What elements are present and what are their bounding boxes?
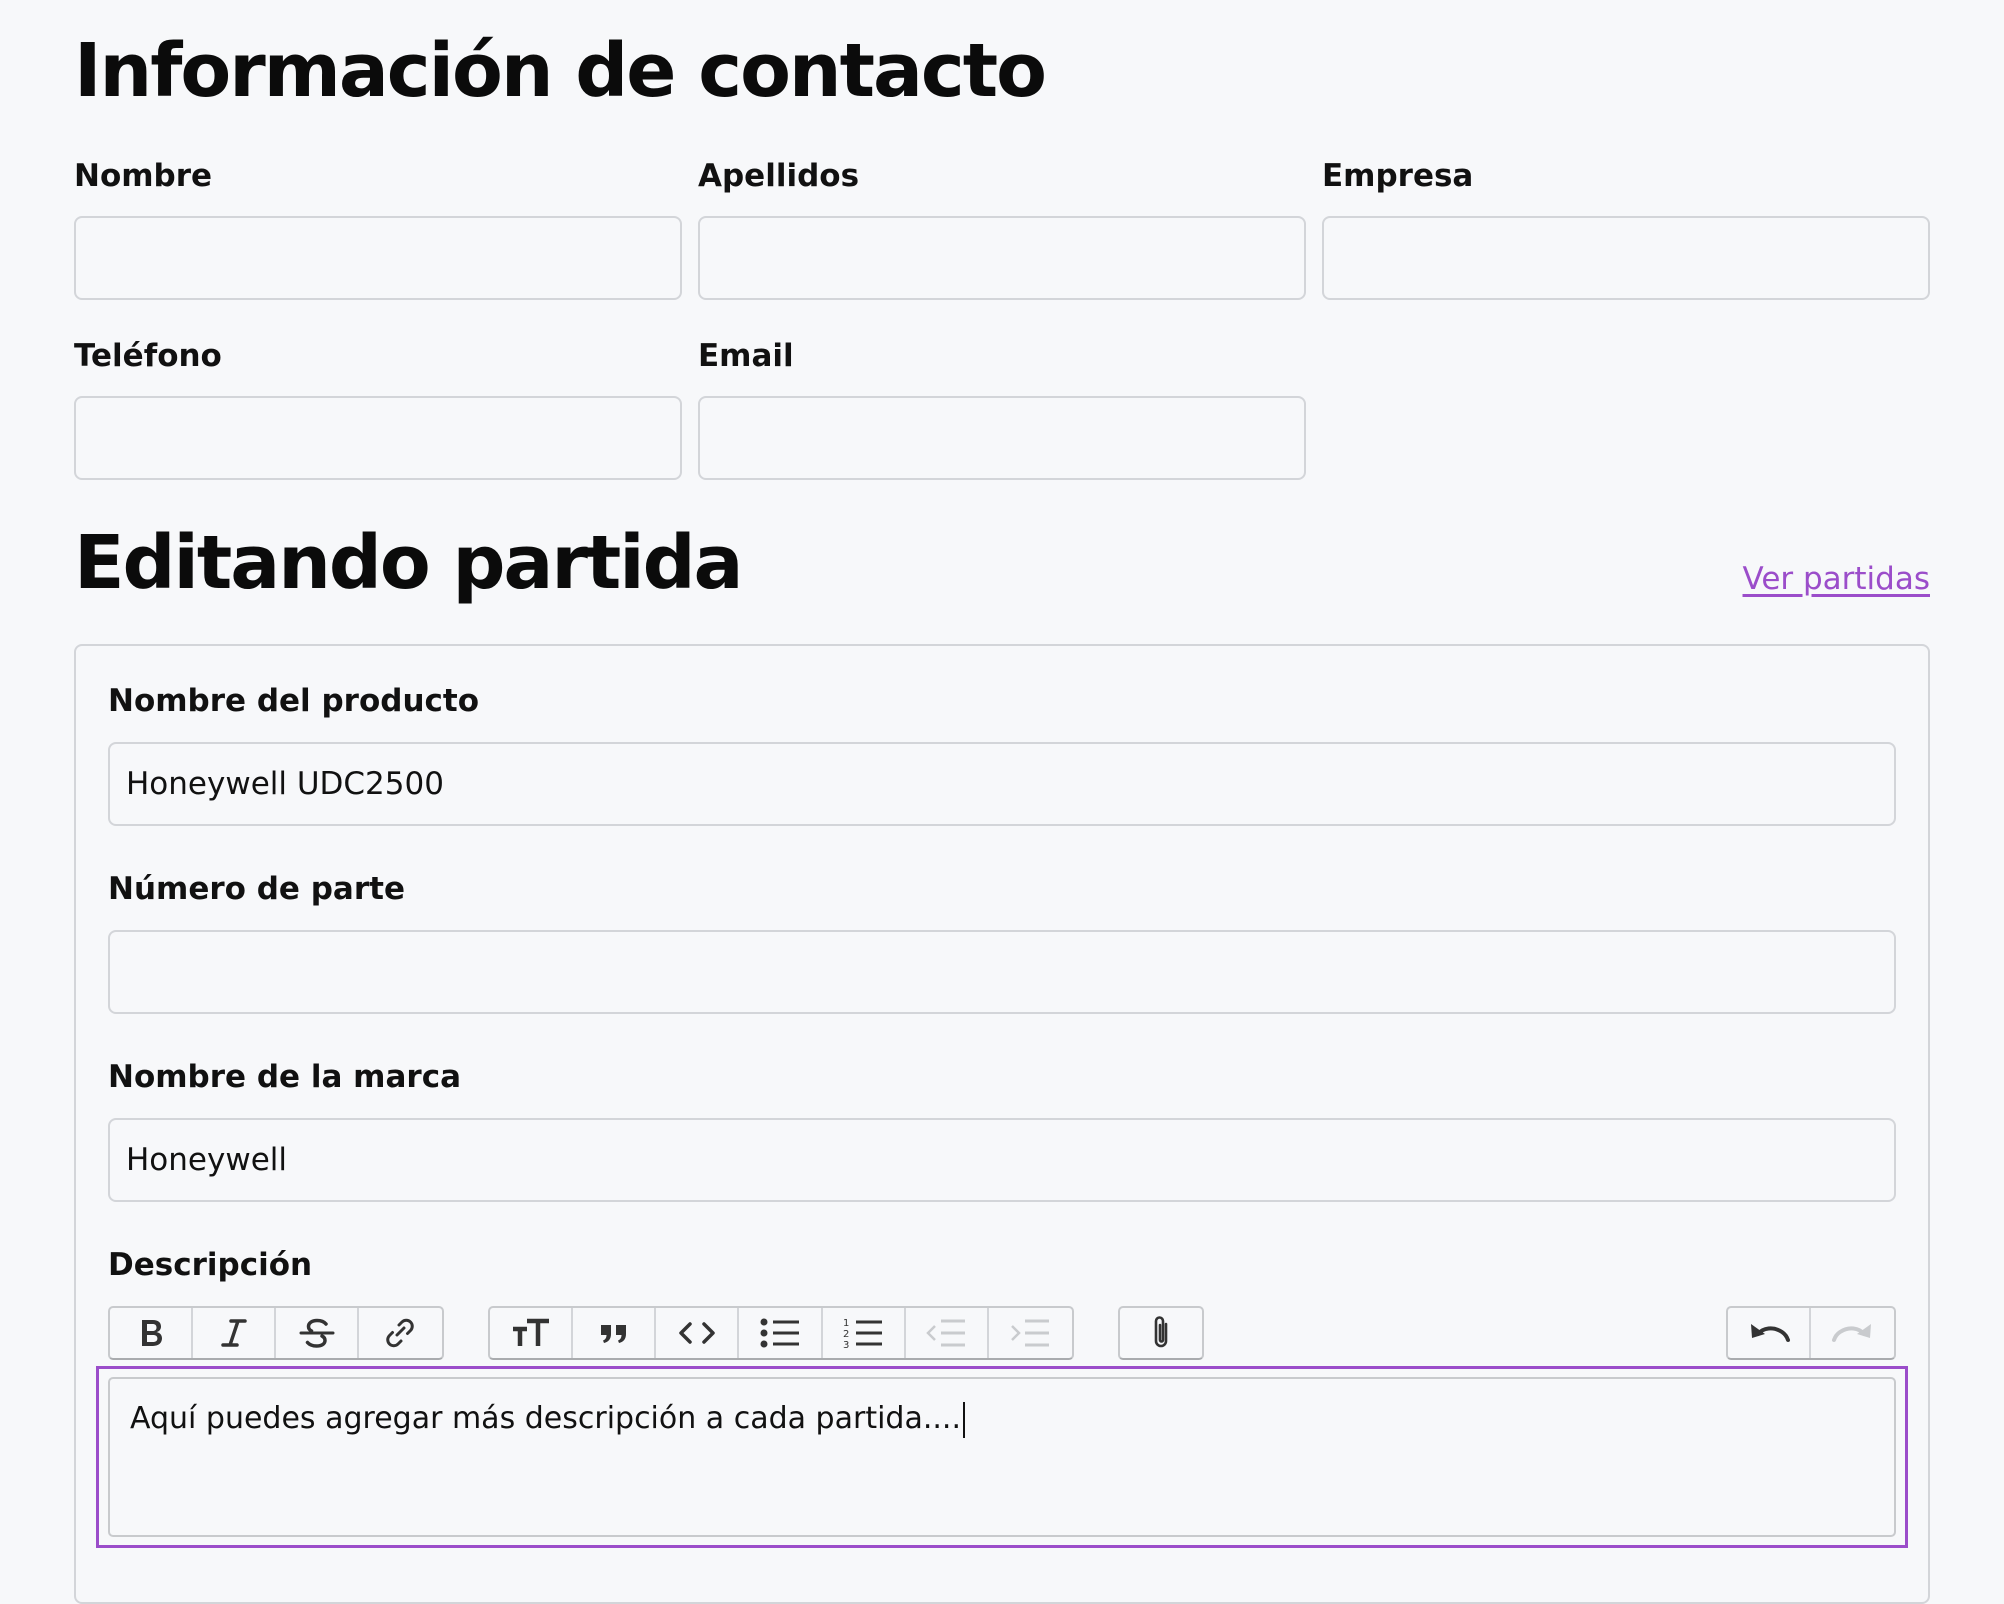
decrease-indent-icon bbox=[925, 1317, 967, 1349]
heading-button[interactable] bbox=[490, 1308, 574, 1358]
product-name-input[interactable]: Honeywell UDC2500 bbox=[108, 742, 1896, 826]
first-name-label: Nombre bbox=[74, 158, 213, 194]
bold-button[interactable] bbox=[110, 1308, 193, 1358]
quote-icon bbox=[598, 1319, 630, 1347]
svg-text:1: 1 bbox=[843, 1318, 849, 1329]
svg-text:2: 2 bbox=[843, 1329, 849, 1340]
company-label: Empresa bbox=[1322, 158, 1474, 194]
email-label: Email bbox=[698, 338, 794, 374]
heading-icon bbox=[511, 1317, 551, 1349]
quote-button[interactable] bbox=[573, 1308, 657, 1358]
code-button[interactable] bbox=[656, 1308, 740, 1358]
email-input[interactable] bbox=[698, 396, 1306, 480]
italic-icon bbox=[219, 1317, 249, 1349]
svg-text:3: 3 bbox=[843, 1340, 849, 1350]
block-tools-group: 123 bbox=[488, 1306, 1074, 1360]
bullet-list-icon bbox=[759, 1317, 801, 1349]
strikethrough-icon bbox=[299, 1317, 335, 1349]
file-tools-group bbox=[1118, 1306, 1204, 1360]
last-name-input[interactable] bbox=[698, 216, 1306, 300]
brand-name-label: Nombre de la marca bbox=[108, 1059, 461, 1095]
increase-indent-icon bbox=[1009, 1317, 1051, 1349]
bullet-list-button[interactable] bbox=[739, 1308, 823, 1358]
redo-button[interactable] bbox=[1811, 1308, 1894, 1358]
product-name-label: Nombre del producto bbox=[108, 683, 480, 719]
text-caret bbox=[963, 1401, 965, 1438]
part-number-label: Número de parte bbox=[108, 871, 405, 907]
numbered-list-button[interactable]: 123 bbox=[823, 1308, 906, 1358]
view-items-link[interactable]: Ver partidas bbox=[1743, 561, 1930, 597]
attach-button[interactable] bbox=[1120, 1308, 1202, 1358]
phone-label: Teléfono bbox=[74, 338, 222, 374]
description-editor[interactable]: Aquí puedes agregar más descripción a ca… bbox=[108, 1377, 1896, 1537]
decrease-indent-button[interactable] bbox=[906, 1308, 989, 1358]
last-name-label: Apellidos bbox=[698, 158, 860, 194]
item-title: Editando partida bbox=[74, 520, 743, 606]
undo-button[interactable] bbox=[1728, 1308, 1812, 1358]
text-tools-group bbox=[108, 1306, 444, 1360]
redo-icon bbox=[1831, 1318, 1875, 1348]
strikethrough-button[interactable] bbox=[276, 1308, 359, 1358]
attach-icon bbox=[1149, 1314, 1173, 1352]
link-button[interactable] bbox=[359, 1308, 442, 1358]
description-text: Aquí puedes agregar más descripción a ca… bbox=[130, 1401, 961, 1436]
part-number-input[interactable] bbox=[108, 930, 1896, 1014]
company-input[interactable] bbox=[1322, 216, 1930, 300]
brand-name-input[interactable]: Honeywell bbox=[108, 1118, 1896, 1202]
code-icon bbox=[677, 1319, 717, 1347]
increase-indent-button[interactable] bbox=[989, 1308, 1072, 1358]
first-name-input[interactable] bbox=[74, 216, 682, 300]
numbered-list-icon: 123 bbox=[842, 1316, 884, 1350]
bold-icon bbox=[136, 1317, 166, 1349]
description-label: Descripción bbox=[108, 1247, 313, 1283]
phone-input[interactable] bbox=[74, 396, 682, 480]
link-icon bbox=[382, 1316, 418, 1350]
italic-button[interactable] bbox=[193, 1308, 276, 1358]
contact-title: Información de contacto bbox=[74, 28, 1047, 114]
history-tools-group bbox=[1726, 1306, 1896, 1360]
undo-icon bbox=[1747, 1318, 1791, 1348]
